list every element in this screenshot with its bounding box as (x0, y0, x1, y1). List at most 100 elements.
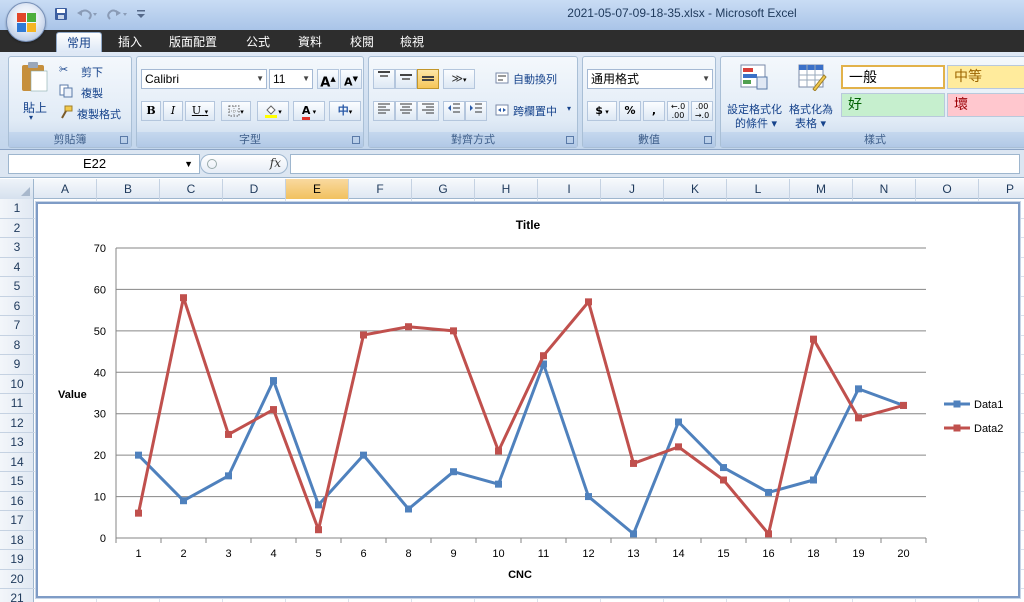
copy-button[interactable]: 複製 (57, 84, 127, 100)
row-header-21[interactable]: 21 (0, 589, 34, 602)
column-header-j[interactable]: J (601, 179, 664, 199)
column-header-p[interactable]: P (979, 179, 1024, 199)
row-header-18[interactable]: 18 (0, 531, 34, 550)
format-painter-button[interactable]: 複製格式 (57, 105, 131, 121)
font-name-combo[interactable]: Calibri ▼ (141, 69, 267, 89)
row-header-12[interactable]: 12 (0, 414, 34, 433)
row-header-9[interactable]: 9 (0, 355, 34, 375)
align-center-button[interactable] (395, 101, 417, 121)
number-format-combo[interactable]: 通用格式 ▼ (587, 69, 713, 89)
tab-data[interactable]: 資料 (288, 32, 332, 52)
align-left-button[interactable] (373, 101, 395, 121)
currency-button[interactable]: $ ▾ (587, 101, 617, 121)
column-header-m[interactable]: M (790, 179, 853, 199)
decrease-indent-button[interactable] (443, 101, 465, 121)
column-header-n[interactable]: N (853, 179, 916, 199)
column-header-f[interactable]: F (349, 179, 412, 199)
align-top-button[interactable] (373, 69, 395, 89)
office-button[interactable] (6, 2, 46, 42)
column-header-e[interactable]: E (286, 179, 349, 199)
row-header-5[interactable]: 5 (0, 277, 34, 297)
alignment-launcher-icon[interactable] (566, 136, 574, 144)
row-header-8[interactable]: 8 (0, 336, 34, 355)
format-as-table-button[interactable]: 格式化為 表格 ▾ (787, 61, 839, 130)
style-neutral-cell[interactable]: 中等 (947, 65, 1024, 89)
data-point-data2 (630, 459, 637, 467)
align-middle-button[interactable] (395, 69, 417, 89)
data-point-data1 (135, 451, 142, 459)
decrease-decimal-button[interactable]: .00 →.0 (691, 101, 713, 121)
align-middle-icon (399, 72, 413, 85)
conditional-formatting-button[interactable]: 設定格式化 的條件 ▾ (723, 61, 785, 130)
data-point-data2 (450, 327, 457, 335)
tab-home[interactable]: 常用 (56, 32, 102, 52)
font-color-button[interactable]: A ▾ (293, 101, 325, 121)
column-header-o[interactable]: O (916, 179, 979, 199)
phonetic-button[interactable]: 中▾ (329, 101, 361, 121)
row-header-3[interactable]: 3 (0, 238, 34, 258)
align-bottom-button[interactable] (417, 69, 439, 89)
insert-function-button[interactable]: fx (270, 156, 281, 170)
row-header-1[interactable]: 1 (0, 199, 34, 219)
row-header-7[interactable]: 7 (0, 316, 34, 336)
comma-button[interactable]: , (643, 101, 665, 121)
row-header-15[interactable]: 15 (0, 472, 34, 492)
column-header-l[interactable]: L (727, 179, 790, 199)
wrap-text-button[interactable]: 自動換列 (495, 69, 575, 89)
column-header-i[interactable]: I (538, 179, 601, 199)
data-point-data1 (855, 385, 862, 393)
row-header-19[interactable]: 19 (0, 550, 34, 570)
row-header-2[interactable]: 2 (0, 219, 34, 238)
name-box[interactable]: E22 ▼ (8, 154, 200, 174)
data-point-data1 (360, 451, 367, 459)
grow-font-button[interactable]: A▲ (317, 69, 339, 90)
font-launcher-icon[interactable] (352, 136, 360, 144)
increase-decimal-button[interactable]: ←.0.00 (667, 101, 689, 121)
tab-review[interactable]: 校閱 (340, 32, 384, 52)
cut-button[interactable]: ✂ 剪下 (57, 63, 127, 79)
orientation-button[interactable]: ≫▾ (443, 69, 475, 89)
row-header-17[interactable]: 17 (0, 511, 34, 531)
style-normal-cell[interactable]: 一般 (841, 65, 945, 89)
clipboard-launcher-icon[interactable] (120, 136, 128, 144)
row-header-4[interactable]: 4 (0, 258, 34, 277)
y-tick-label: 10 (94, 492, 106, 504)
column-header-k[interactable]: K (664, 179, 727, 199)
paste-button[interactable]: 貼上 ▾ (13, 61, 55, 123)
row-header-6[interactable]: 6 (0, 297, 34, 316)
number-launcher-icon[interactable] (704, 136, 712, 144)
align-right-button[interactable] (417, 101, 439, 121)
row-header-16[interactable]: 16 (0, 492, 34, 511)
select-all-button[interactable] (0, 179, 34, 199)
style-good-cell[interactable]: 好 (841, 93, 945, 117)
column-header-h[interactable]: H (475, 179, 538, 199)
row-header-20[interactable]: 20 (0, 570, 34, 589)
tab-view[interactable]: 檢視 (390, 32, 434, 52)
style-bad-cell[interactable]: 壞 (947, 93, 1024, 117)
italic-button[interactable]: I (163, 101, 183, 121)
font-size-combo[interactable]: 11 ▼ (269, 69, 313, 89)
column-header-a[interactable]: A (34, 179, 97, 199)
bold-button[interactable]: B (141, 101, 161, 121)
row-header-11[interactable]: 11 (0, 394, 34, 414)
borders-button[interactable]: ▾ (221, 101, 251, 121)
percent-button[interactable]: % (619, 101, 641, 121)
column-header-b[interactable]: B (97, 179, 160, 199)
tab-formulas[interactable]: 公式 (236, 32, 280, 52)
shrink-font-button[interactable]: A▼ (340, 69, 362, 89)
fill-color-button[interactable]: ▾ (257, 101, 289, 121)
tab-page-layout[interactable]: 版面配置 (160, 32, 226, 52)
tab-insert[interactable]: 插入 (108, 32, 152, 52)
increase-indent-button[interactable] (465, 101, 487, 121)
column-header-g[interactable]: G (412, 179, 475, 199)
underline-button[interactable]: U ▾ (185, 101, 215, 121)
column-header-c[interactable]: C (160, 179, 223, 199)
chart[interactable]: Title Value CNC 0 10 20 30 40 50 60 70 1 2 3 4 5 6 8 9 1… (35, 201, 1021, 599)
row-header-14[interactable]: 14 (0, 453, 34, 472)
row-header-13[interactable]: 13 (0, 433, 34, 453)
chevron-down-icon[interactable]: ▼ (184, 155, 193, 173)
formula-input[interactable] (290, 154, 1020, 174)
row-header-10[interactable]: 10 (0, 375, 34, 394)
merge-center-button[interactable]: 跨欄置中 ▾ (495, 101, 575, 121)
column-header-d[interactable]: D (223, 179, 286, 199)
